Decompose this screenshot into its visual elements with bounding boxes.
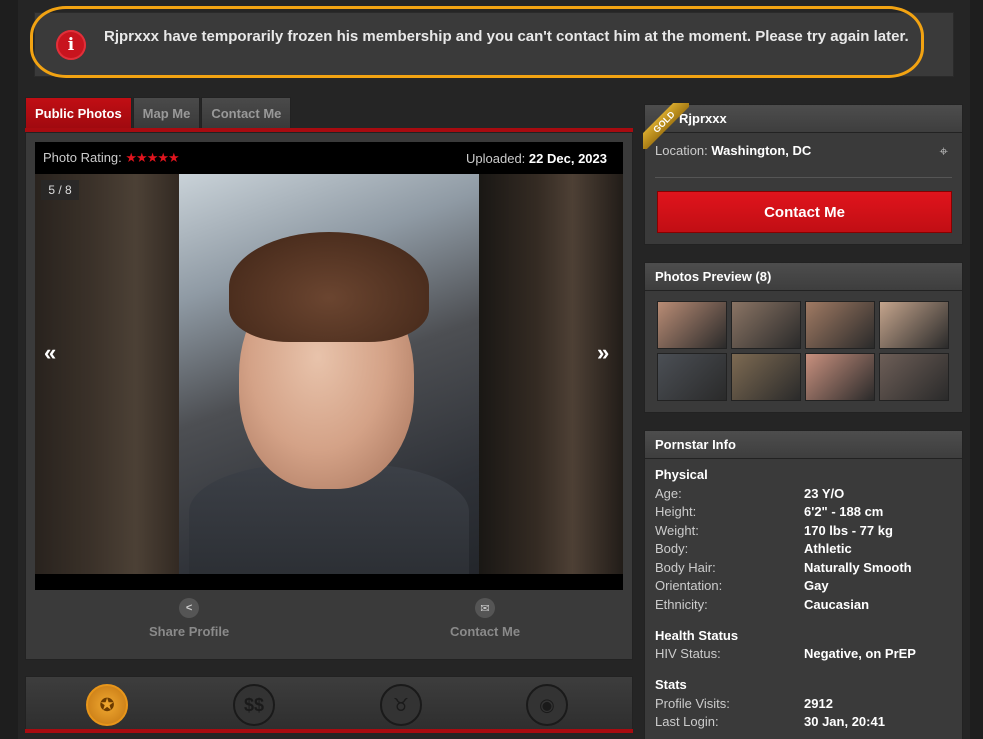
info-row: Body: Athletic: [655, 540, 952, 559]
photo-carousel[interactable]: [35, 174, 623, 574]
info-key: Age:: [655, 485, 682, 501]
photo-thumbnails: [657, 301, 949, 401]
photo-thumbnail[interactable]: [879, 353, 949, 401]
info-row: HIV Status: Negative, on PrEP: [655, 645, 952, 664]
physical-rows: Age: 23 Y/O Height: 6'2" - 188 cm Weight: 170…: [655, 484, 952, 614]
info-key: Last Login:: [655, 714, 719, 730]
info-value: Gay: [804, 578, 829, 594]
info-key: Height:: [655, 504, 697, 520]
health-rows: HIV Status: Negative, on PrEP: [655, 645, 952, 664]
photo-footer-bar: [35, 574, 623, 590]
info-value: Caucasian: [804, 596, 870, 612]
info-row: Last Login: 30 Jan, 20:41: [655, 713, 952, 732]
location-row: Location: Washington, DC: [655, 143, 811, 158]
award-badge-icon[interactable]: ✪: [86, 684, 128, 726]
photo-thumbnail[interactable]: [805, 301, 875, 349]
current-photo[interactable]: [179, 174, 479, 574]
profile-box: Rjprxxx GOLD Location: Washington, DC ⌖ …: [643, 103, 963, 245]
contact-me-button[interactable]: Contact Me: [657, 191, 952, 233]
info-key: Ethnicity:: [655, 596, 708, 612]
photo-hair: [229, 232, 429, 342]
photo-thumbnail[interactable]: [731, 301, 801, 349]
info-key: Body Hair:: [655, 559, 716, 575]
star-rating-icon: ★★★★★: [125, 150, 179, 165]
profile-username: Rjprxxx: [645, 105, 962, 133]
photo-header: Photo Rating: ★★★★★ Uploaded: 22 Dec, 20…: [35, 142, 623, 174]
pornstar-info-box: Pornstar Info Physical Age: 23 Y/O Height:…: [644, 430, 963, 739]
info-key: Orientation:: [655, 578, 723, 594]
info-value: 6'2" - 188 cm: [804, 504, 884, 520]
info-value: 2912: [804, 695, 833, 711]
info-key: Body:: [655, 541, 689, 557]
info-key: Weight:: [655, 522, 699, 538]
info-value: Naturally Smooth: [804, 559, 912, 575]
health-title: Health Status: [655, 627, 739, 643]
photo-thumbnail[interactable]: [657, 353, 727, 401]
physical-title: Physical: [655, 467, 708, 482]
info-row: Orientation: Gay: [655, 577, 952, 596]
uploaded-date: 22 Dec, 2023: [528, 150, 607, 166]
contact-me-link[interactable]: ✉ Contact Me: [450, 598, 520, 639]
info-value: Negative, on PrEP: [804, 646, 916, 662]
info-key: HIV Status:: [655, 646, 721, 662]
info-key: Profile Visits:: [655, 695, 730, 711]
divider: [655, 177, 952, 178]
uploaded-label: Uploaded:: [466, 150, 526, 166]
info-value: 30 Jan, 20:41: [804, 714, 885, 730]
photo-tabs: Public Photos Map Me Contact Me: [25, 97, 292, 128]
info-row: Body Hair: Naturally Smooth: [655, 558, 952, 577]
dollar-icon[interactable]: $$: [233, 684, 275, 726]
camera-icon[interactable]: ◉: [526, 684, 568, 726]
info-icon: i: [56, 30, 86, 60]
photo-thumbnail[interactable]: [805, 353, 875, 401]
location-label: Location:: [655, 143, 708, 158]
pornstar-info-title: Pornstar Info: [645, 431, 962, 459]
prev-arrow-icon[interactable]: «: [44, 340, 56, 366]
info-body: Physical Age: 23 Y/O Height: 6'2" - 188 cm W…: [645, 459, 962, 739]
info-value: Athletic: [804, 541, 852, 557]
tab-contact-me[interactable]: Contact Me: [201, 97, 292, 128]
tab-public-photos[interactable]: Public Photos: [25, 97, 132, 128]
next-photo[interactable]: [479, 174, 623, 574]
photo-rating: Photo Rating: ★★★★★: [43, 150, 180, 166]
contact-me-label: Contact Me: [450, 624, 521, 639]
photos-preview-box: Photos Preview (8): [644, 262, 963, 413]
envelope-icon: ✉: [475, 598, 496, 618]
info-row: Height: 6'2" - 188 cm: [655, 503, 952, 522]
stats-rows: Profile Visits: 2912 Last Login: 30 Jan, 20…: [655, 694, 952, 731]
previous-photo[interactable]: [35, 174, 179, 574]
tab-map-me[interactable]: Map Me: [132, 97, 201, 128]
photo-uploaded: Uploaded: 22 Dec, 2023: [466, 151, 607, 166]
bottom-nav-underline: [25, 729, 633, 733]
info-row: Weight: 170 lbs - 77 kg: [655, 521, 952, 540]
info-value: 170 lbs - 77 kg: [804, 522, 893, 538]
info-row: Age: 23 Y/O: [655, 484, 952, 503]
share-profile-label: Share Profile: [149, 624, 230, 639]
devil-icon[interactable]: ♉: [380, 684, 422, 726]
info-value: 23 Y/O: [804, 485, 845, 501]
info-row: Profile Visits: 2912: [655, 694, 952, 713]
stats-title: Stats: [655, 677, 687, 692]
photo-counter: 5 / 8: [41, 180, 79, 200]
photo-thumbnail[interactable]: [879, 301, 949, 349]
location-value: Washington, DC: [711, 143, 812, 158]
alert-message: Rjprxxx have temporarily frozen his memb…: [104, 28, 909, 45]
info-row: Ethnicity: Caucasian: [655, 595, 952, 614]
photo-thumbnail[interactable]: [731, 353, 801, 401]
photos-preview-title: Photos Preview (8): [645, 263, 962, 291]
photo-rating-label: Photo Rating:: [43, 150, 122, 165]
map-pin-icon[interactable]: ⌖: [940, 143, 948, 160]
next-arrow-icon[interactable]: »: [597, 340, 609, 366]
photo-thumbnail[interactable]: [657, 301, 727, 349]
share-profile-button[interactable]: < Share Profile: [149, 598, 229, 639]
share-icon: <: [179, 598, 200, 618]
